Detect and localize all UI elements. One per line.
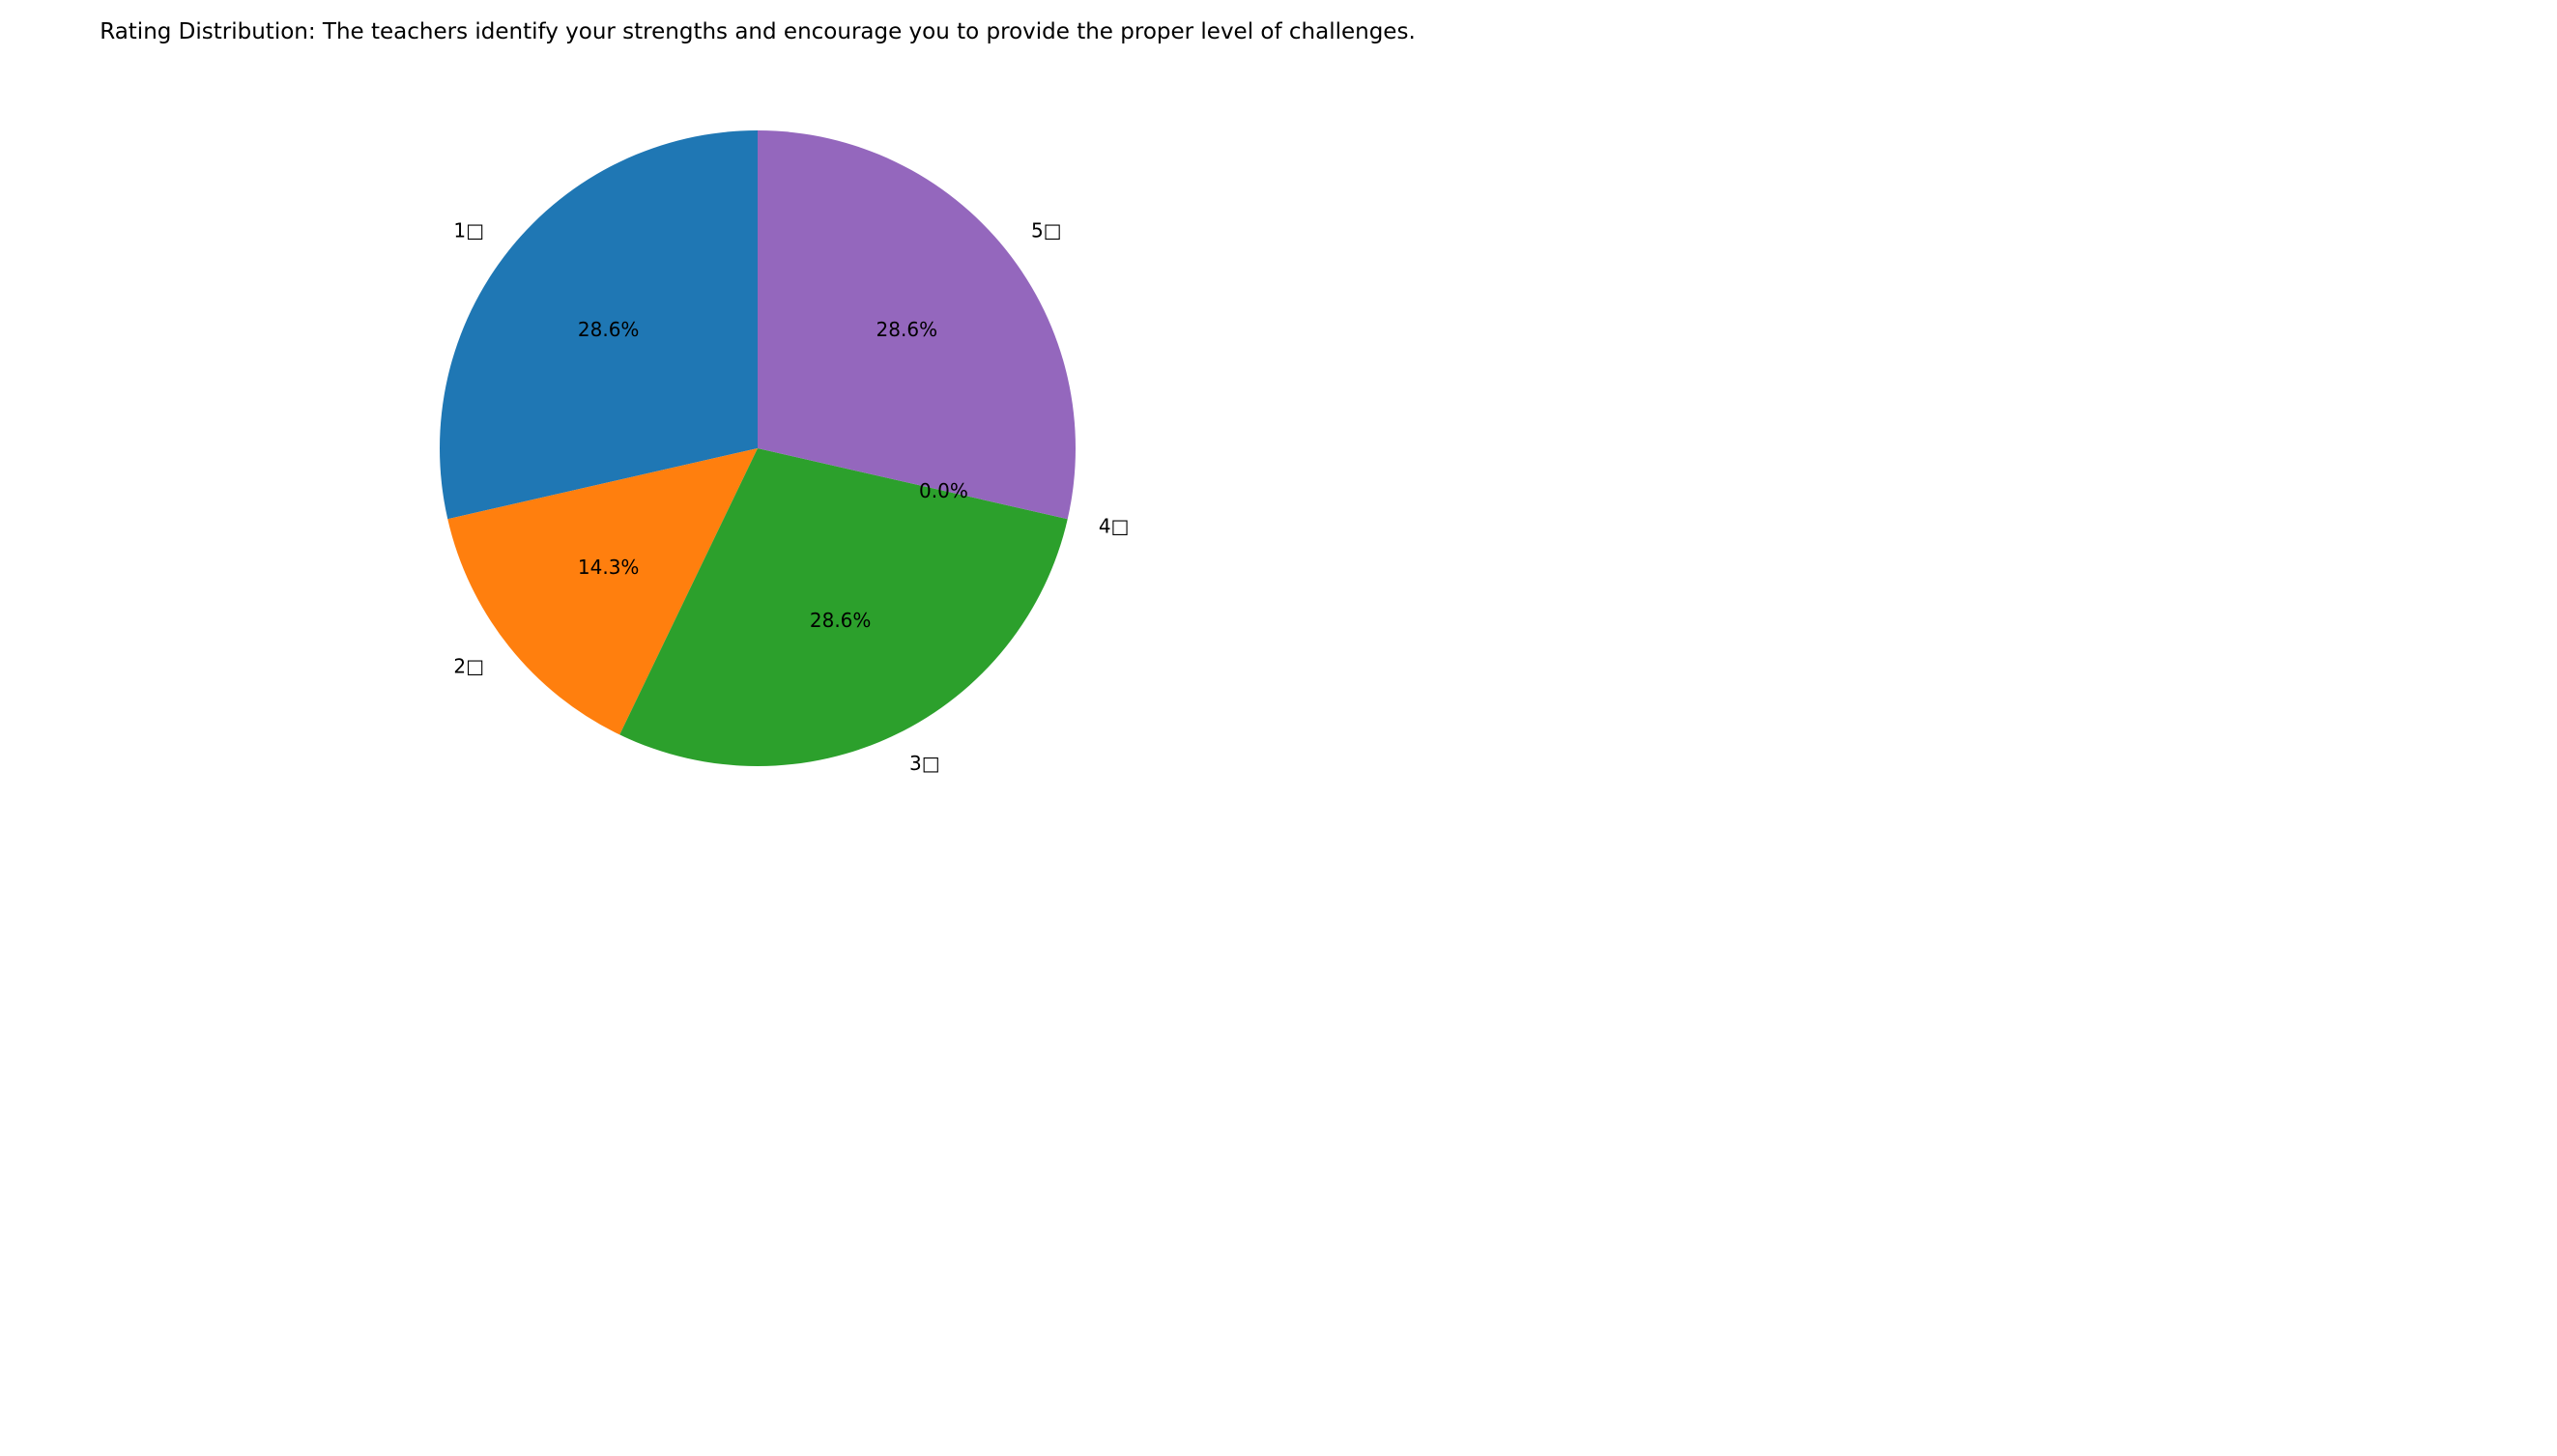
slice-percent-3: 28.6% (810, 609, 872, 632)
slice-label-1: 1□ (453, 218, 484, 242)
chart-title: Rating Distribution: The teachers identi… (100, 19, 1416, 44)
slice-label-5: 5□ (1031, 218, 1062, 242)
slice-percent-2: 14.3% (578, 556, 640, 579)
slice-percent-4: 0.0% (919, 479, 968, 502)
slice-percent-1: 28.6% (578, 318, 640, 341)
slice-label-3: 3□ (909, 752, 940, 775)
slice-label-2: 2□ (453, 655, 484, 678)
pie-slices (439, 130, 1077, 766)
slice-label-4: 4□ (1099, 515, 1130, 538)
slice-percent-5: 28.6% (876, 318, 938, 341)
pie-chart: Rating Distribution: The teachers identi… (100, 19, 1416, 775)
